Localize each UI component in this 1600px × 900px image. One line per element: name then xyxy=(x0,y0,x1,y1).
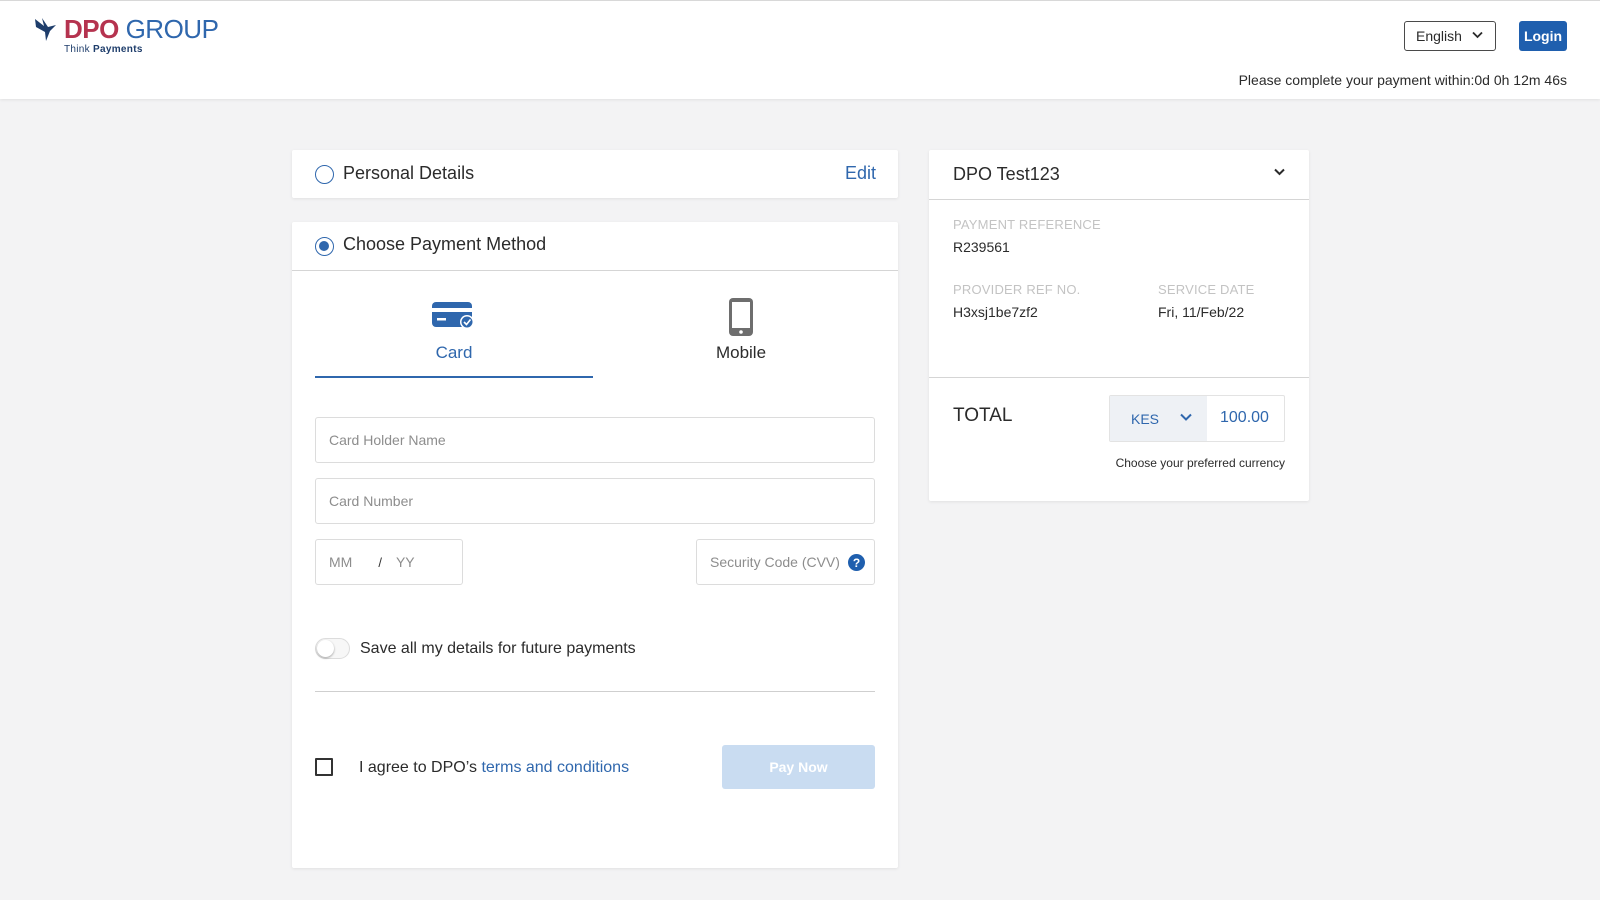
expiry-year-placeholder: YY xyxy=(395,554,415,570)
agree-terms-checkbox[interactable] xyxy=(315,758,333,776)
agree-terms-prefix: I agree to DPO’s xyxy=(359,759,482,776)
language-select[interactable]: English xyxy=(1404,21,1496,51)
credit-card-icon xyxy=(432,302,474,329)
cvv-input[interactable]: Security Code (CVV) ? xyxy=(696,539,875,585)
total-amount-box: KES 100.00 xyxy=(1109,395,1285,442)
expiry-month-placeholder: MM xyxy=(329,554,353,570)
total-label: TOTAL xyxy=(953,405,1013,426)
payment-reference-label: PAYMENT REFERENCE xyxy=(953,217,1101,232)
logo-tagline-payments: Payments xyxy=(93,44,143,55)
card-holder-name-input[interactable]: Card Holder Name xyxy=(315,417,875,463)
top-header: DPO GROUP Think Payments English Login P… xyxy=(0,0,1600,99)
divider xyxy=(929,377,1309,378)
cvv-placeholder: Security Code (CVV) xyxy=(710,554,840,570)
language-value: English xyxy=(1416,28,1462,44)
expiry-date-input[interactable]: MM / YY xyxy=(315,539,463,585)
payment-method-section: Choose Payment Method Card Mobile Card H… xyxy=(292,222,898,868)
card-number-placeholder: Card Number xyxy=(329,493,414,509)
service-date-value: Fri, 11/Feb/22 xyxy=(1158,304,1245,320)
payment-timer: Please complete your payment within:0d 0… xyxy=(1238,72,1567,88)
tab-card-label: Card xyxy=(435,343,473,362)
merchant-name: DPO Test123 xyxy=(953,164,1060,184)
logo-tagline-think: Think xyxy=(64,44,94,55)
terms-and-conditions-link[interactable]: terms and conditions xyxy=(481,759,629,776)
logo-text: DPO GROUP Think Payments xyxy=(64,14,219,55)
card-holder-name-placeholder: Card Holder Name xyxy=(329,432,446,448)
tab-card[interactable]: Card xyxy=(315,297,593,378)
divider xyxy=(315,691,875,692)
chevron-down-icon xyxy=(1274,168,1285,176)
personal-details-title: Personal Details xyxy=(343,163,475,183)
save-details-label: Save all my details for future payments xyxy=(360,640,636,657)
pay-now-button[interactable]: Pay Now xyxy=(722,745,875,789)
card-number-input[interactable]: Card Number xyxy=(315,478,875,524)
save-details-toggle[interactable] xyxy=(315,638,350,659)
personal-details-section: Personal Details Edit xyxy=(292,150,898,198)
total-amount: 100.00 xyxy=(1220,409,1269,426)
provider-ref-value: H3xsj1be7zf2 xyxy=(953,304,1038,320)
tab-mobile[interactable]: Mobile xyxy=(602,297,880,377)
currency-value: KES xyxy=(1131,410,1160,427)
expiry-separator: / xyxy=(378,554,382,570)
help-icon[interactable]: ? xyxy=(848,554,865,571)
bird-logo-icon xyxy=(35,18,56,41)
payment-reference-value: R239561 xyxy=(953,239,1010,255)
chevron-down-icon xyxy=(1472,31,1483,39)
summary-header[interactable]: DPO Test123 xyxy=(929,150,1309,200)
personal-details-radio[interactable] xyxy=(315,165,334,184)
order-summary-panel: DPO Test123 PAYMENT REFERENCE R239561 PR… xyxy=(929,150,1309,501)
payment-method-radio[interactable] xyxy=(315,237,334,256)
provider-ref-label: PROVIDER REF NO. xyxy=(953,282,1081,297)
payment-method-header: Choose Payment Method xyxy=(292,222,898,271)
dpo-group-logo[interactable]: DPO GROUP Think Payments xyxy=(32,14,219,55)
logo-brand-group: GROUP xyxy=(118,14,219,44)
chevron-down-icon xyxy=(1180,413,1192,421)
mobile-phone-icon xyxy=(729,298,753,336)
agree-terms-text: I agree to DPO’s terms and conditions xyxy=(359,759,629,777)
payment-method-title: Choose Payment Method xyxy=(343,234,547,254)
tab-mobile-label: Mobile xyxy=(715,343,767,362)
service-date-label: SERVICE DATE xyxy=(1158,282,1255,297)
edit-personal-details-link[interactable]: Edit xyxy=(845,163,876,184)
logo-brand-dpo: DPO xyxy=(64,14,119,44)
login-button[interactable]: Login xyxy=(1519,21,1567,51)
currency-select[interactable]: KES xyxy=(1110,396,1207,441)
currency-hint: Choose your preferred currency xyxy=(1115,456,1285,470)
